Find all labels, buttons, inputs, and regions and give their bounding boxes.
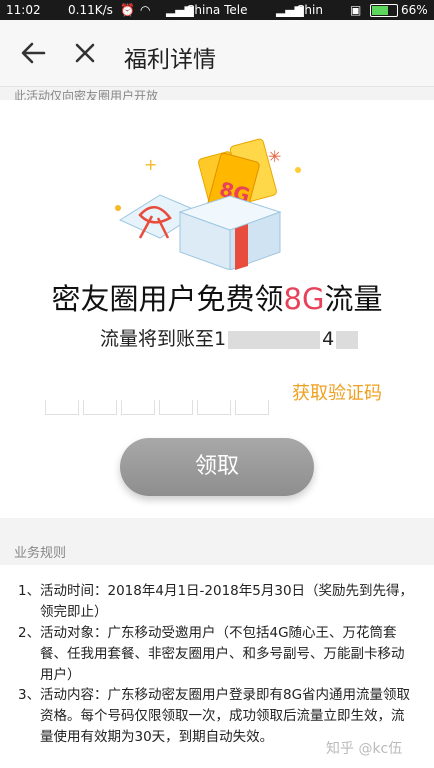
code-digit-box[interactable] xyxy=(235,400,269,415)
wifi-icon: ◠ xyxy=(140,3,151,17)
rule-number: 2、 xyxy=(18,625,41,641)
page-title: 福利详情 xyxy=(124,47,216,73)
app-notification-icon: ▣ xyxy=(350,3,362,17)
back-arrow-icon[interactable] xyxy=(18,38,48,68)
promo-card: + ✳ 8G 密友圈用户免费领8G流量 流量将到账至1 4 获取验证码 领取 xyxy=(0,100,434,518)
svg-text:✳: ✳ xyxy=(268,147,281,166)
get-verification-code-link[interactable]: 获取验证码 xyxy=(292,379,382,405)
code-digit-box[interactable] xyxy=(197,400,231,415)
code-digit-box[interactable] xyxy=(45,400,79,415)
status-time: 11:02 xyxy=(6,3,41,17)
code-digit-box[interactable] xyxy=(121,400,155,415)
account-visible-2: 4 xyxy=(322,328,335,350)
account-label: 流量将到账至 xyxy=(100,328,215,350)
masked-phone-segment xyxy=(228,330,321,349)
account-visible-1: 1 xyxy=(214,328,227,350)
promo-headline: 密友圈用户免费领8G流量 xyxy=(0,276,434,318)
gift-box-illustration: + ✳ 8G xyxy=(115,138,301,270)
headline-suffix: 流量 xyxy=(324,282,383,316)
status-carrier-2: Chin xyxy=(296,3,323,17)
rule-number: 3、 xyxy=(18,687,41,703)
masked-phone-segment-2 xyxy=(336,330,359,349)
account-line: 流量将到账至1 4 xyxy=(100,324,360,351)
code-digit-box[interactable] xyxy=(159,400,193,415)
headline-prefix: 密友圈用户免费领 xyxy=(51,282,284,316)
zhihu-watermark: 知乎 @kc伍 xyxy=(326,741,403,757)
rule-text: 活动对象：广东移动受邀用户（不包括4G随心王、万花筒套餐、任我用套餐、非密友圈用… xyxy=(40,625,405,683)
status-carrier-1: China Tele xyxy=(186,3,248,17)
close-icon[interactable] xyxy=(70,38,100,68)
rule-number: 1、 xyxy=(18,583,41,599)
status-bar: 11:02 0.11K/s ⏰ ◠ ▂▄▆ China Tele ▂▄▆ Chi… xyxy=(0,0,434,20)
rules-heading: 业务规则 xyxy=(14,546,67,561)
app-bar: 福利详情 xyxy=(0,20,434,87)
alarm-icon: ⏰ xyxy=(120,3,135,17)
code-digit-box[interactable] xyxy=(83,400,117,415)
verification-code-input[interactable] xyxy=(45,400,273,419)
claim-button[interactable]: 领取 xyxy=(120,438,314,496)
status-battery-percent: 66% xyxy=(401,3,428,17)
rule-text: 活动时间：2018年4月1日-2018年5月30日（奖励先到先得，领完即止） xyxy=(40,583,414,620)
battery-icon xyxy=(370,4,398,17)
status-network-speed: 0.11K/s xyxy=(68,3,113,17)
headline-accent: 8G xyxy=(283,282,325,316)
svg-text:+: + xyxy=(144,155,157,174)
